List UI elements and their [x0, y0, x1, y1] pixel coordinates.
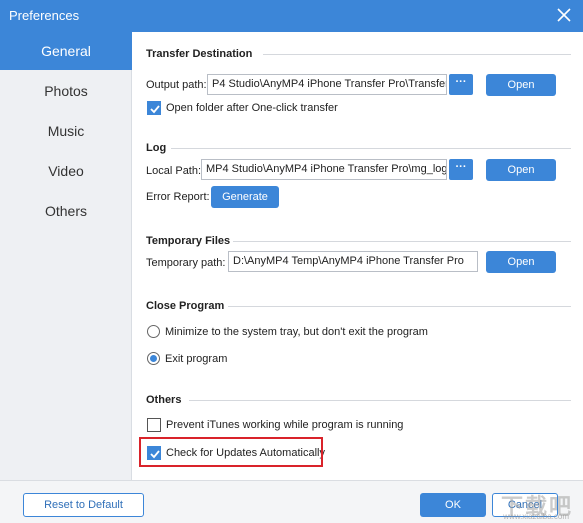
sidebar-item-music[interactable]: Music: [0, 112, 132, 150]
minimize-label: Minimize to the system tray, but don't e…: [165, 326, 428, 338]
sidebar-item-video[interactable]: Video: [0, 152, 132, 190]
highlight-box: [139, 437, 323, 467]
sidebar: General Photos Music Video Others: [0, 32, 132, 480]
footer-bar: Reset to Default OK Cancel 下载吧 www.xiaza…: [0, 480, 583, 523]
open-folder-label: Open folder after One-click transfer: [166, 102, 338, 114]
section-divider: [189, 400, 571, 401]
section-title-close-program: Close Program: [146, 300, 225, 312]
section-title-log: Log: [146, 142, 167, 154]
temp-open-button[interactable]: Open: [486, 251, 556, 273]
log-browse-button[interactable]: ···: [449, 159, 473, 180]
section-title-temp: Temporary Files: [146, 235, 231, 247]
section-divider: [228, 306, 571, 307]
ok-button[interactable]: OK: [420, 493, 486, 517]
window-title: Preferences: [9, 8, 80, 23]
watermark-url: www.xiazaiba.com: [503, 512, 569, 521]
section-divider: [233, 241, 571, 242]
reset-to-default-button[interactable]: Reset to Default: [23, 493, 144, 517]
minimize-radio[interactable]: [147, 325, 160, 338]
output-open-button[interactable]: Open: [486, 74, 556, 96]
section-title-others: Others: [146, 394, 182, 406]
prevent-itunes-checkbox[interactable]: [147, 418, 161, 432]
sidebar-item-photos[interactable]: Photos: [0, 72, 132, 110]
title-bar: Preferences: [0, 0, 583, 32]
error-report-label: Error Report:: [146, 191, 210, 203]
checkmark-icon: [150, 105, 160, 114]
output-path-field[interactable]: P4 Studio\AnyMP4 iPhone Transfer Pro\Tra…: [207, 74, 447, 95]
local-path-label: Local Path:: [146, 165, 202, 177]
temp-path-field[interactable]: D:\AnyMP4 Temp\AnyMP4 iPhone Transfer Pr…: [228, 251, 478, 272]
output-path-label: Output path:: [146, 79, 207, 91]
exit-program-label: Exit program: [165, 353, 228, 365]
local-path-field[interactable]: MP4 Studio\AnyMP4 iPhone Transfer Pro\mg…: [201, 159, 447, 180]
section-title-transfer: Transfer Destination: [146, 48, 253, 60]
output-browse-button[interactable]: ···: [449, 74, 473, 95]
sidebar-item-general[interactable]: General: [0, 32, 132, 70]
log-open-button[interactable]: Open: [486, 159, 556, 181]
exit-program-radio[interactable]: [147, 352, 160, 365]
generate-button[interactable]: Generate: [211, 186, 279, 208]
temp-path-label: Temporary path:: [146, 257, 226, 269]
close-icon[interactable]: [555, 6, 573, 24]
open-folder-checkbox[interactable]: [147, 101, 161, 115]
section-divider: [171, 148, 571, 149]
sidebar-item-others[interactable]: Others: [0, 192, 132, 230]
section-divider: [263, 54, 571, 55]
settings-panel: Transfer Destination Output path: P4 Stu…: [133, 32, 583, 480]
prevent-itunes-label: Prevent iTunes working while program is …: [166, 419, 404, 431]
